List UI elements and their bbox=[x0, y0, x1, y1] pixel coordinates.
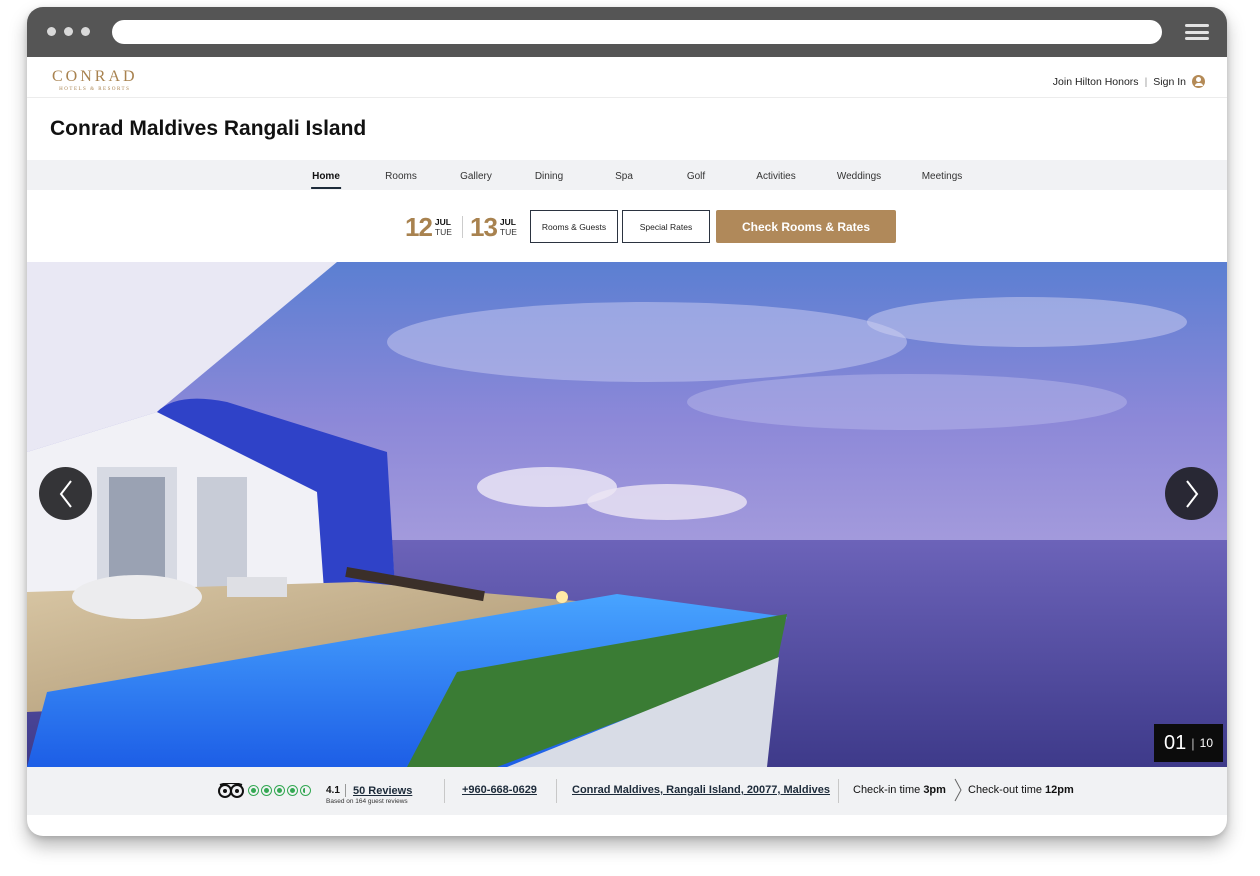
rating-bubble-icon bbox=[261, 785, 272, 796]
user-account-icon[interactable] bbox=[1192, 75, 1205, 88]
slide-total: 10 bbox=[1199, 736, 1213, 750]
booking-bar: 12 JUL TUE 13 JUL TUE Rooms & Guests Spe… bbox=[27, 210, 1227, 243]
checkin-date[interactable]: 12 JUL TUE bbox=[405, 214, 452, 240]
footer-divider bbox=[444, 779, 445, 803]
checkin-month: JUL bbox=[434, 217, 451, 227]
hero-carousel: 01 | 10 bbox=[27, 262, 1227, 767]
rating-bubble-icon bbox=[287, 785, 298, 796]
tripadvisor-rating[interactable] bbox=[218, 783, 311, 798]
tab-rooms[interactable]: Rooms bbox=[385, 171, 417, 182]
tripadvisor-owl-icon bbox=[218, 783, 244, 798]
checkin-time-label: Check-in time bbox=[853, 784, 921, 796]
checkin-weekday: TUE bbox=[434, 227, 452, 237]
rating-bubble-icon bbox=[248, 785, 259, 796]
chevron-left-icon bbox=[59, 479, 72, 508]
property-nav: Home Rooms Gallery Dining Spa Golf Activ… bbox=[27, 160, 1227, 190]
tab-golf[interactable]: Golf bbox=[687, 171, 705, 182]
slide-counter: 01 | 10 bbox=[1154, 724, 1223, 762]
page-title: Conrad Maldives Rangali Island bbox=[50, 117, 367, 140]
checkin-time: Check-in time 3pm bbox=[853, 784, 946, 796]
browser-chrome bbox=[27, 7, 1227, 57]
carousel-prev-button[interactable] bbox=[39, 467, 92, 520]
reviews-link[interactable]: 50 Reviews bbox=[353, 785, 412, 797]
rooms-guests-button[interactable]: Rooms & Guests bbox=[530, 210, 618, 243]
hero-image bbox=[27, 262, 1227, 767]
site-header: CONRAD HOTELS & RESORTS Join Hilton Hono… bbox=[27, 57, 1227, 98]
checkout-time-label: Check-out time bbox=[968, 784, 1042, 796]
chevron-right-icon bbox=[1185, 479, 1198, 508]
reviews-basis: Based on 164 guest reviews bbox=[326, 798, 408, 805]
checkout-month: JUL bbox=[499, 217, 516, 227]
join-hilton-honors-link[interactable]: Join Hilton Honors bbox=[1053, 76, 1139, 88]
info-bar: 4.1 50 Reviews Based on 164 guest review… bbox=[27, 767, 1227, 815]
checkin-day: 12 bbox=[405, 212, 433, 242]
checkout-weekday: TUE bbox=[499, 227, 517, 237]
tab-activities[interactable]: Activities bbox=[756, 171, 795, 182]
phone-link[interactable]: +960-668-0629 bbox=[462, 784, 537, 796]
rating-bubbles bbox=[248, 785, 311, 796]
chevron-right-icon bbox=[954, 778, 962, 802]
address-link[interactable]: Conrad Maldives, Rangali Island, 20077, … bbox=[572, 784, 830, 796]
window-controls[interactable] bbox=[47, 27, 90, 36]
rating-divider bbox=[345, 784, 346, 797]
account-separator: | bbox=[1144, 75, 1148, 88]
tab-weddings[interactable]: Weddings bbox=[837, 171, 881, 182]
rating-score: 4.1 bbox=[326, 785, 340, 796]
conrad-logo[interactable]: CONRAD HOTELS & RESORTS bbox=[52, 69, 138, 93]
footer-divider bbox=[838, 779, 839, 803]
checkout-date[interactable]: 13 JUL TUE bbox=[470, 214, 517, 240]
tab-dining[interactable]: Dining bbox=[535, 171, 563, 182]
tab-meetings[interactable]: Meetings bbox=[922, 171, 963, 182]
sign-in-link[interactable]: Sign In bbox=[1153, 76, 1186, 88]
checkout-time: Check-out time 12pm bbox=[968, 784, 1074, 796]
slide-current: 01 bbox=[1164, 731, 1187, 754]
checkin-time-value: 3pm bbox=[923, 784, 946, 796]
account-links: Join Hilton Honors | Sign In bbox=[1053, 75, 1205, 88]
date-divider bbox=[462, 216, 463, 238]
slide-separator: | bbox=[1191, 735, 1195, 751]
checkout-day: 13 bbox=[470, 212, 498, 242]
rating-bubble-half-icon bbox=[300, 785, 311, 796]
checkout-time-value: 12pm bbox=[1045, 784, 1074, 796]
tab-spa[interactable]: Spa bbox=[615, 171, 633, 182]
hamburger-menu-icon[interactable] bbox=[1185, 24, 1209, 40]
check-rooms-rates-button[interactable]: Check Rooms & Rates bbox=[716, 210, 896, 243]
browser-window: CONRAD HOTELS & RESORTS Join Hilton Hono… bbox=[27, 7, 1227, 836]
rating-bubble-icon bbox=[274, 785, 285, 796]
special-rates-button[interactable]: Special Rates bbox=[622, 210, 710, 243]
address-bar[interactable] bbox=[112, 20, 1162, 44]
tab-home[interactable]: Home bbox=[311, 171, 341, 189]
footer-divider bbox=[556, 779, 557, 803]
carousel-next-button[interactable] bbox=[1165, 467, 1218, 520]
tab-gallery[interactable]: Gallery bbox=[460, 171, 492, 182]
